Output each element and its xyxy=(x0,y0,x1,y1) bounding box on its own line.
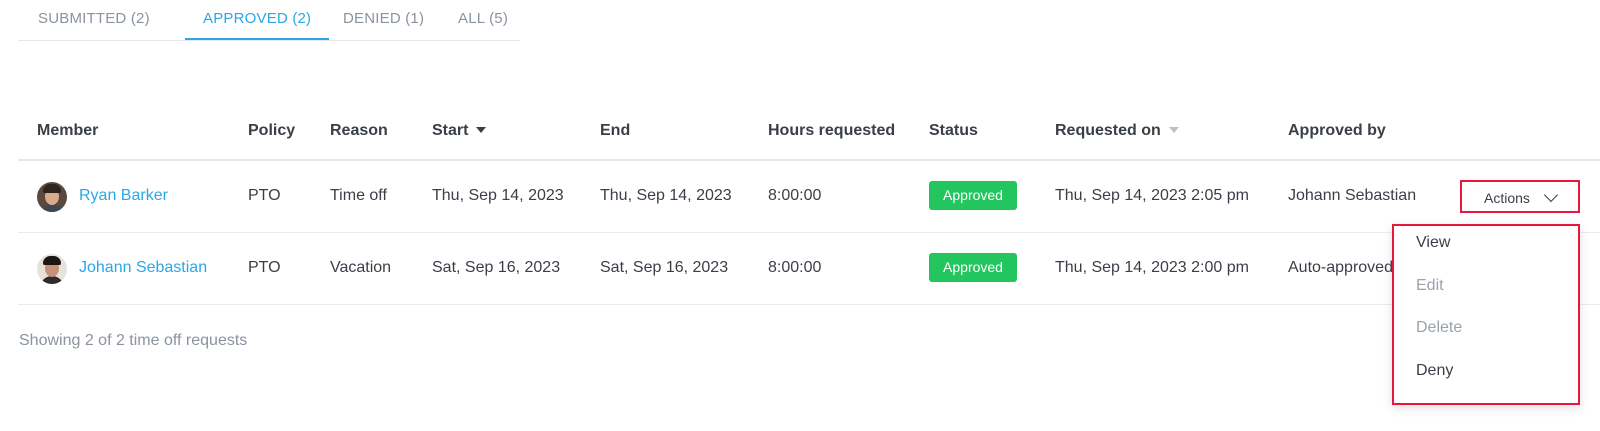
hours-cell: 8:00:00 xyxy=(768,187,822,204)
policy-cell: PTO xyxy=(248,259,281,276)
actions-button[interactable]: Actions xyxy=(1460,180,1580,213)
header-reason: Reason xyxy=(330,122,388,139)
table-row: Johann Sebastian PTO Vacation Sat, Sep 1… xyxy=(18,233,1600,305)
actions-label: Actions xyxy=(1484,190,1530,206)
header-policy: Policy xyxy=(248,122,296,139)
member-link[interactable]: Johann Sebastian xyxy=(79,259,207,277)
tab-denied[interactable]: DENIED (1) xyxy=(343,10,424,27)
menu-item-delete[interactable]: Delete xyxy=(1416,319,1462,337)
tab-submitted[interactable]: SUBMITTED (2) xyxy=(38,10,150,27)
member-link[interactable]: Ryan Barker xyxy=(79,187,168,205)
header-status: Status xyxy=(929,122,978,139)
header-start[interactable]: Start xyxy=(432,122,487,140)
status-tabs: SUBMITTED (2) APPROVED (2) DENIED (1) AL… xyxy=(18,0,520,41)
results-count: Showing 2 of 2 time off requests xyxy=(19,332,248,349)
status-badge: Approved xyxy=(929,253,1017,282)
header-member: Member xyxy=(37,122,99,139)
approved-by-cell: Auto-approved xyxy=(1288,259,1393,276)
menu-item-view[interactable]: View xyxy=(1416,234,1450,252)
hours-cell: 8:00:00 xyxy=(768,259,822,276)
avatar xyxy=(37,254,67,284)
menu-item-edit[interactable]: Edit xyxy=(1416,277,1444,295)
sort-icon xyxy=(1168,126,1179,133)
chevron-down-icon xyxy=(1543,187,1559,203)
active-tab-indicator xyxy=(185,38,329,40)
header-hours: Hours requested xyxy=(768,122,896,139)
policy-cell: PTO xyxy=(248,187,281,204)
status-badge: Approved xyxy=(929,181,1017,210)
table-header: Member Policy Reason Start End Hours req… xyxy=(18,105,1600,161)
requested-on-cell: Thu, Sep 14, 2023 2:00 pm xyxy=(1055,259,1249,276)
end-cell: Thu, Sep 14, 2023 xyxy=(600,187,732,204)
end-cell: Sat, Sep 16, 2023 xyxy=(600,259,729,276)
sort-desc-icon xyxy=(476,126,487,133)
start-cell: Thu, Sep 14, 2023 xyxy=(432,187,564,204)
requested-on-cell: Thu, Sep 14, 2023 2:05 pm xyxy=(1055,187,1249,204)
tab-all[interactable]: ALL (5) xyxy=(458,10,508,27)
menu-item-deny[interactable]: Deny xyxy=(1416,362,1453,380)
actions-menu: View Edit Delete Deny xyxy=(1392,224,1580,405)
table-row: Ryan Barker PTO Time off Thu, Sep 14, 20… xyxy=(18,161,1600,233)
header-end: End xyxy=(600,122,631,139)
avatar xyxy=(37,182,67,212)
header-requested-on[interactable]: Requested on xyxy=(1055,122,1179,140)
approved-by-cell: Johann Sebastian xyxy=(1288,187,1417,204)
start-cell: Sat, Sep 16, 2023 xyxy=(432,259,561,276)
tab-approved[interactable]: APPROVED (2) xyxy=(203,10,311,27)
reason-cell: Time off xyxy=(330,187,387,204)
time-off-table: Member Policy Reason Start End Hours req… xyxy=(18,105,1600,305)
reason-cell: Vacation xyxy=(330,259,392,276)
header-approved-by: Approved by xyxy=(1288,122,1386,139)
